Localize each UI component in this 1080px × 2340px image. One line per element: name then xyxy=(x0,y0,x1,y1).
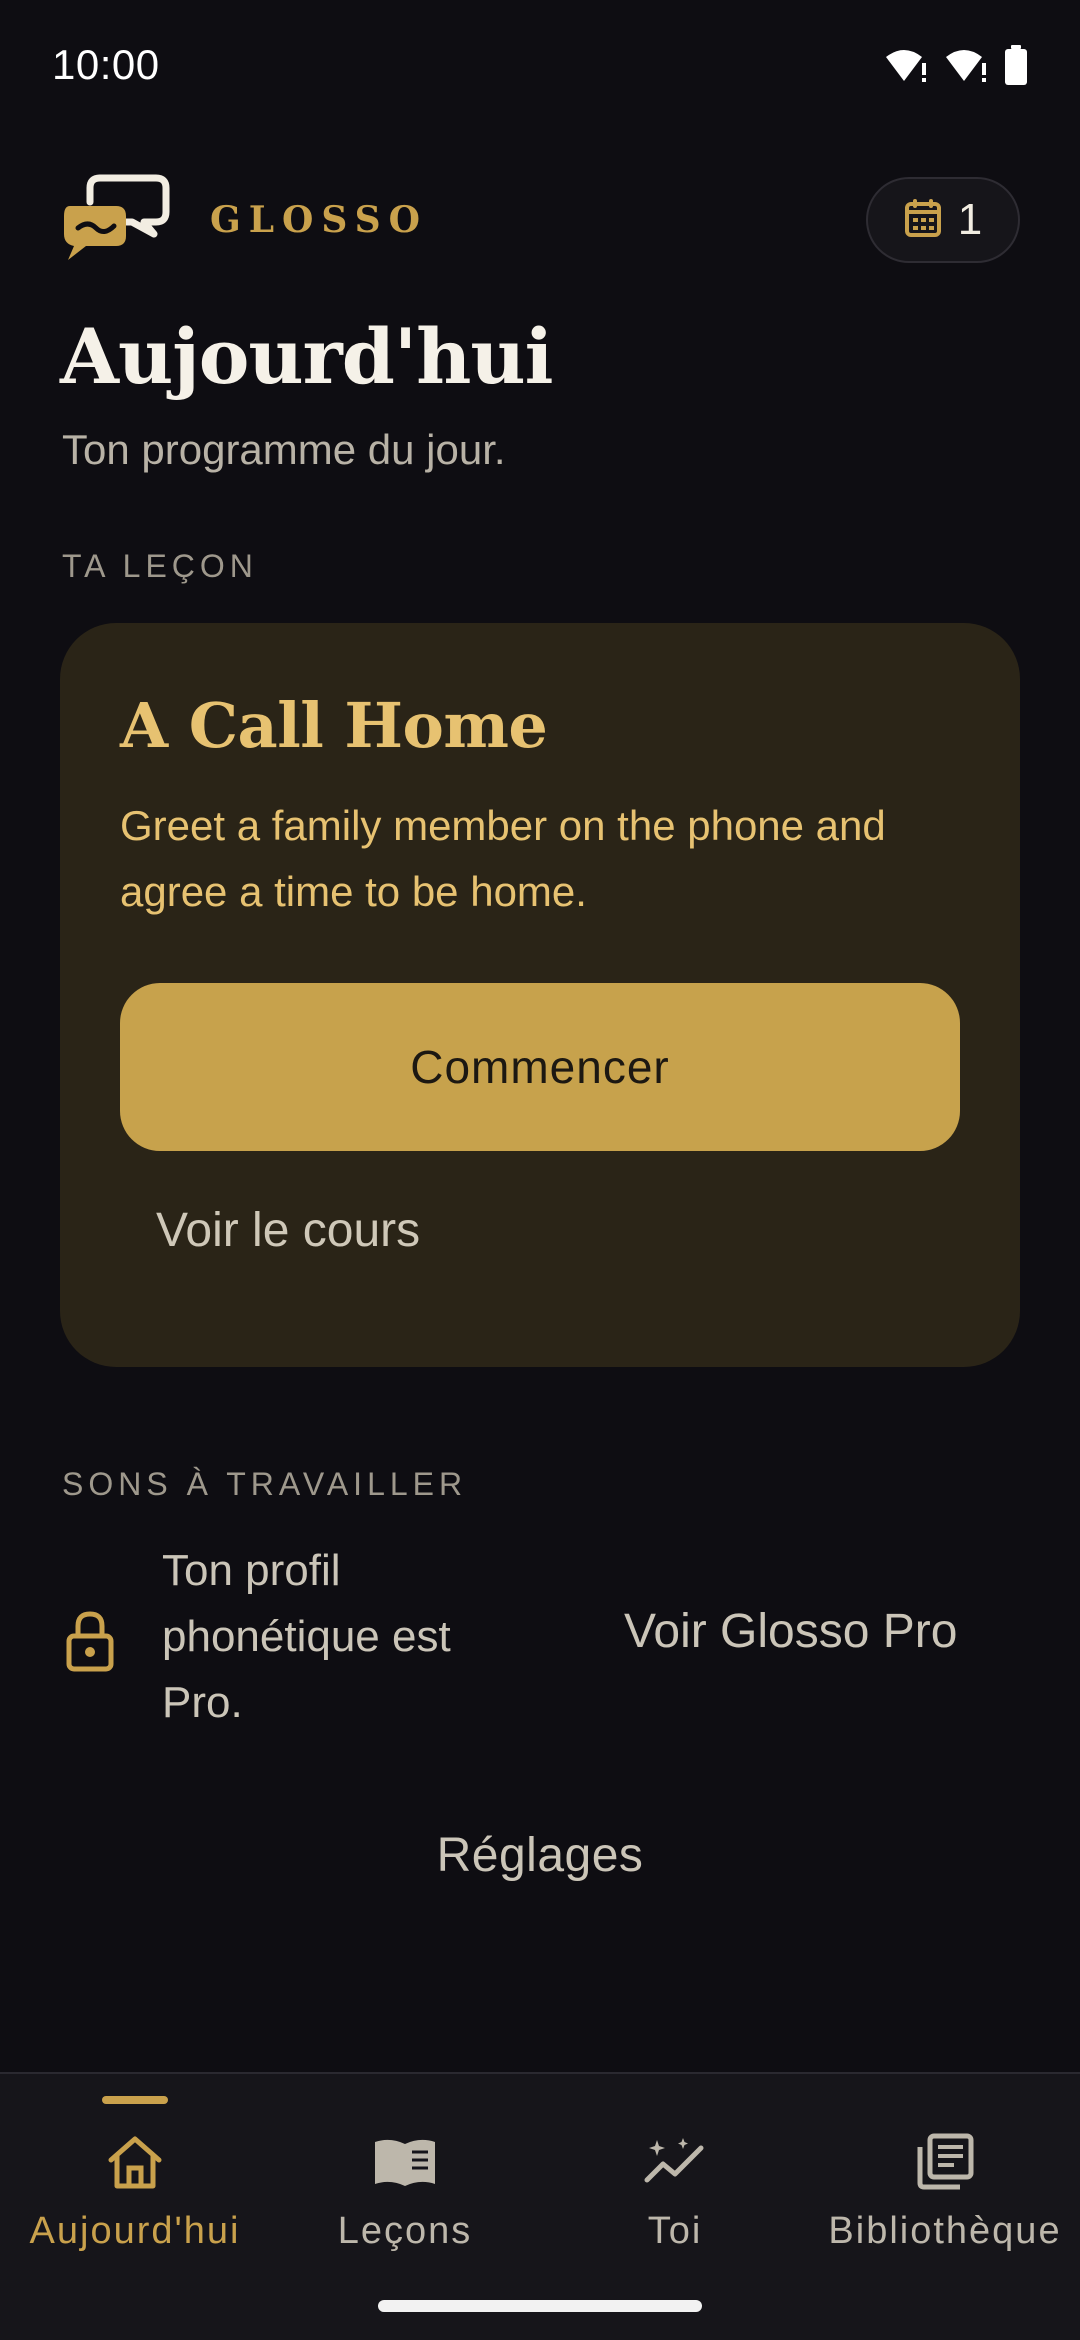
brand-name: GLOSSO xyxy=(210,199,428,241)
settings-link[interactable]: Réglages xyxy=(0,1828,1080,1883)
library-icon xyxy=(916,2130,974,2194)
lesson-title: A Call Home xyxy=(120,689,548,762)
nav-item-you[interactable]: Toi xyxy=(540,2074,810,2274)
active-tab-indicator xyxy=(102,2096,168,2104)
nav-label-you: Toi xyxy=(647,2210,703,2252)
lesson-section-label: TA LEÇON xyxy=(62,548,258,584)
lesson-description: Greet a family member on the phone and a… xyxy=(120,802,886,915)
status-time: 10:00 xyxy=(52,41,160,88)
nav-label-today: Aujourd'hui xyxy=(29,2210,241,2252)
brand: GLOSSO xyxy=(60,172,428,269)
sparkle-chart-icon xyxy=(643,2130,707,2194)
calendar-icon xyxy=(904,198,942,243)
streak-button[interactable]: 1 xyxy=(866,177,1020,263)
nav-item-lessons[interactable]: Leçons xyxy=(270,2074,540,2274)
sounds-locked-row: Ton profil phonétique est Pro. Voir Glos… xyxy=(60,1538,1020,1738)
wifi-alert-icon xyxy=(884,47,930,83)
wifi-alert-icon xyxy=(944,47,990,83)
gesture-home-indicator[interactable] xyxy=(378,2300,702,2312)
status-bar: 10:00 xyxy=(0,0,1080,130)
lesson-card: A Call Home Greet a family member on the… xyxy=(60,623,1020,1367)
start-lesson-button[interactable]: Commencer xyxy=(120,983,960,1151)
streak-count: 1 xyxy=(957,195,983,244)
view-pro-link[interactable]: Voir Glosso Pro xyxy=(624,1604,957,1659)
phonetic-profile-locked-text: Ton profil phonétique est Pro. xyxy=(162,1546,451,1727)
lock-icon xyxy=(66,1610,114,1677)
nav-item-today[interactable]: Aujourd'hui xyxy=(0,2074,270,2274)
nav-label-lessons: Leçons xyxy=(337,2210,473,2252)
book-icon xyxy=(372,2130,438,2194)
nav-item-library[interactable]: Bibliothèque xyxy=(810,2074,1080,2274)
view-course-link[interactable]: Voir le cours xyxy=(156,1203,420,1258)
page-subtitle: Ton programme du jour. xyxy=(62,426,506,473)
status-icons xyxy=(884,45,1028,85)
sounds-section-label: SONS À TRAVAILLER xyxy=(62,1466,468,1502)
nav-label-library: Bibliothèque xyxy=(828,2210,1062,2252)
speech-bubbles-logo xyxy=(60,172,170,269)
battery-icon xyxy=(1004,45,1028,85)
page-title: Aujourd'hui xyxy=(60,312,553,401)
app-header: GLOSSO 1 xyxy=(60,170,1020,270)
home-icon xyxy=(105,2130,165,2194)
today-screen: 10:00 GLOSSO 1 Aujourd'hui Ton programme… xyxy=(0,0,1080,2340)
